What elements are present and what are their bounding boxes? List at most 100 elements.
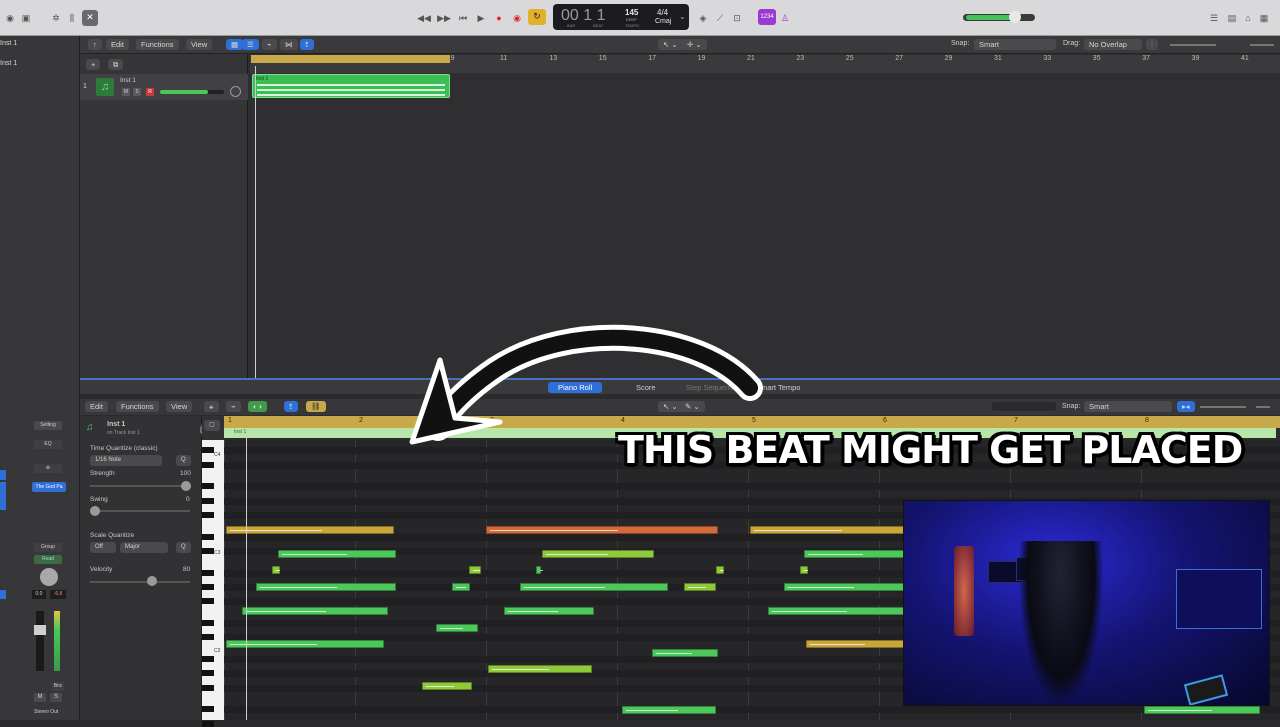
go-to-start-icon[interactable]: ⏮ [456,11,470,25]
duplicate-track-icon[interactable]: ⧉ [108,59,124,70]
automation-icon[interactable]: ⌁ [226,401,241,412]
instrument-icon[interactable]: ♫ [96,78,114,96]
library-icon[interactable]: ◉ [4,11,16,25]
black-key[interactable] [202,598,214,605]
flex-icon[interactable]: ⋈ [280,39,298,50]
edit-menu[interactable]: Edit [106,39,129,50]
functions-menu[interactable]: Functions [136,39,179,50]
editor-view-menu[interactable]: View [166,401,193,412]
record-icon[interactable]: ● [493,11,505,25]
bounce-button[interactable]: Bnc [52,682,64,691]
volume-fader-track[interactable] [34,611,46,671]
midi-note[interactable] [536,566,543,574]
track-name[interactable]: Inst 1 [120,77,136,84]
midi-note[interactable] [716,566,725,574]
catch-icon[interactable]: ⥉ [300,39,314,50]
midi-note[interactable] [768,607,904,615]
midi-note[interactable] [750,526,910,534]
master-volume-knob[interactable] [1009,11,1021,23]
count-in-button[interactable]: 1234 [758,9,776,25]
track-volume-slider[interactable] [160,90,224,94]
midi-note[interactable] [804,550,904,558]
editor-edit-menu[interactable]: Edit [85,401,108,412]
playhead[interactable] [255,66,256,378]
inspector-track-name[interactable]: Inst 1 [0,40,17,47]
midi-note[interactable] [784,583,904,591]
black-key[interactable] [202,497,214,504]
rewind-icon[interactable]: ◀◀ [416,11,432,25]
grid-view-icon[interactable]: ▦ [226,39,244,50]
collapse-icon[interactable]: ▸◂ [1177,401,1195,412]
midi-note[interactable] [242,607,388,615]
forward-icon[interactable]: ▶▶ [436,11,452,25]
midi-note[interactable] [622,706,716,714]
piano-roll-menu-icon[interactable]: ▢ [204,420,220,431]
swing-knob[interactable] [90,506,100,516]
inspector-icon[interactable]: ▣ [20,11,32,25]
scale-quantize-button[interactable]: Q [176,542,191,553]
send-slot[interactable] [0,482,6,510]
catch-icon[interactable]: ⥉ [284,401,298,412]
black-key[interactable] [202,533,214,540]
black-key[interactable] [202,634,214,641]
midi-note[interactable] [226,526,394,534]
midi-note[interactable] [452,583,470,591]
midi-note[interactable] [226,640,384,648]
black-key[interactable] [202,656,214,662]
black-key[interactable] [202,584,214,590]
midi-note[interactable] [800,566,809,574]
black-key[interactable] [202,620,214,626]
back-icon[interactable]: ↑ [88,39,102,50]
editor-playhead[interactable] [246,428,247,720]
black-key[interactable] [202,483,214,490]
mixer-icon[interactable]: ⫼ [66,11,78,25]
velocity-knob[interactable] [147,576,157,586]
master-volume-slider[interactable] [963,11,1035,23]
quantize-button[interactable]: Q [176,455,191,466]
user-icon[interactable]: ♙ [779,11,791,25]
secondary-tool-icon[interactable]: ✛ ⌄ [682,39,707,50]
pointer-tool-icon[interactable]: ↖ ⌄ [658,39,683,50]
notes-icon[interactable]: ▤ [1226,11,1238,25]
midi-in-icon[interactable]: ⚹ [204,401,219,412]
play-icon[interactable]: ▶ [475,11,487,25]
horizontal-zoom-slider[interactable] [1250,44,1274,46]
editor-snap-select[interactable]: Smart [1084,401,1172,412]
vertical-zoom-slider[interactable] [1170,44,1216,46]
strength-knob[interactable] [181,481,191,491]
eq-button[interactable]: EQ [34,440,62,449]
midi-note[interactable] [1144,706,1260,714]
view-menu[interactable]: View [186,39,213,50]
scale-select[interactable]: Major [120,542,168,553]
strength-slider[interactable] [90,485,190,487]
editor-hzoom-slider[interactable] [1256,406,1270,408]
capture-record-icon[interactable]: ◉ [511,11,523,25]
track-header-row[interactable]: 1 ♫ Inst 1 M S R [80,74,248,100]
black-key[interactable] [202,548,214,554]
smart-controls-icon[interactable]: ✲ [50,11,62,25]
time-quantize-select[interactable]: 1/16 Note [90,455,162,466]
midi-note[interactable] [520,583,668,591]
instrument-plugin-slot[interactable]: The God Pa [32,482,66,492]
editor-functions-menu[interactable]: Functions [116,401,159,412]
black-key[interactable] [202,706,214,713]
link-icon[interactable]: ⊕ [34,464,62,473]
midi-region[interactable]: Inst 1 [252,74,450,98]
track-pan-knob[interactable] [230,86,241,97]
black-key[interactable] [202,720,214,727]
track-solo-button[interactable]: S [133,88,141,96]
midi-draw-icon[interactable]: ◐◑ [248,401,268,412]
midi-note[interactable] [272,566,281,574]
cycle-range[interactable] [251,55,450,63]
midi-note[interactable] [256,583,396,591]
black-key[interactable] [202,447,214,454]
automation-read-button[interactable]: Read [34,555,62,564]
snap-select[interactable]: Smart [974,39,1056,50]
setting-button[interactable]: Setting [34,421,62,430]
automation-icon[interactable]: ⌁ [262,39,277,50]
black-key[interactable] [202,670,214,677]
midi-note[interactable] [652,649,718,657]
track-record-button[interactable]: R [146,88,154,96]
metronome-icon[interactable]: ⟋ [714,11,726,25]
pan-knob[interactable] [40,568,58,586]
